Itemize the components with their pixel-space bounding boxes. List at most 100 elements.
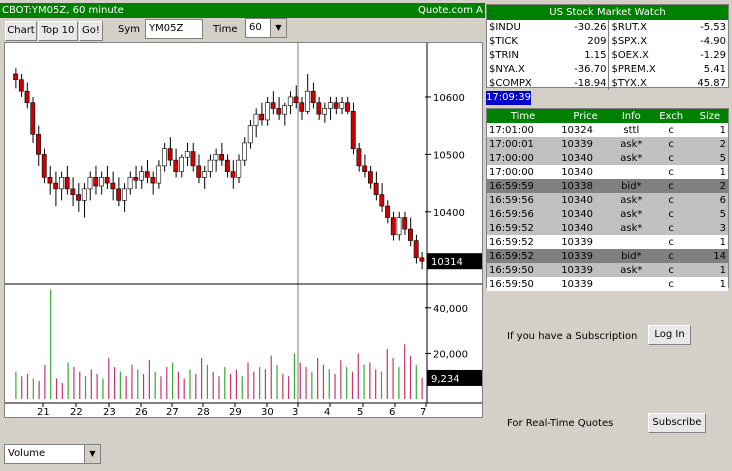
chart-button[interactable]: Chart bbox=[5, 21, 37, 41]
time-sales-row: 16:59:56 10340 ask* c 6 bbox=[487, 193, 728, 207]
candle-body bbox=[247, 125, 253, 144]
candle-body bbox=[121, 188, 127, 201]
market-watch-cell: $TICK bbox=[489, 35, 518, 47]
time-sales-cell: c bbox=[650, 151, 692, 165]
time-sales-cell: 6 bbox=[691, 193, 728, 207]
market-watch-cell: -18.94 bbox=[555, 76, 610, 90]
time-sales-cell: 14 bbox=[691, 249, 728, 263]
time-sales-row: 17:00:00 10340 ask* c 5 bbox=[487, 151, 728, 165]
time-sales-cell: 10340 bbox=[559, 221, 613, 235]
time-sales-cell: 10338 bbox=[559, 179, 613, 193]
candle-body bbox=[362, 165, 368, 172]
candle-body bbox=[373, 182, 379, 195]
time-sales-cell: 16:59:50 bbox=[487, 263, 560, 277]
time-sales-row: 16:59:56 10340 ask* c 5 bbox=[487, 207, 728, 221]
chevron-down-icon[interactable]: ▼ bbox=[270, 19, 286, 37]
chart-svg: 10600 10500 10400 10314 40,000 20,000 9,234 21 2… bbox=[5, 43, 482, 417]
time-sales-row: 16:59:50 10339 c 1 bbox=[487, 277, 728, 291]
x-tick-label: 27 bbox=[166, 407, 179, 417]
candle-body bbox=[413, 240, 419, 259]
candle-body bbox=[144, 171, 150, 178]
time-sales-cell: c bbox=[650, 193, 692, 207]
market-watch-row: $TRIN 1.15 $OEX.X -1.29 bbox=[487, 48, 728, 62]
candle-body bbox=[24, 90, 30, 103]
login-button[interactable]: Log In bbox=[648, 325, 691, 345]
market-watch: US Stock Market Watch $INDU -30.26 $RUT.X -… bbox=[486, 4, 729, 90]
candle-body bbox=[287, 96, 293, 106]
badge-label: A bbox=[476, 5, 483, 16]
last-volume-label: 9,234 bbox=[431, 374, 460, 385]
market-watch-table: $INDU -30.26 $RUT.X -5.53 $TICK 209 $SPX.X -4.9… bbox=[487, 20, 728, 90]
last-price-label: 10314 bbox=[431, 257, 463, 268]
candle-body bbox=[156, 165, 162, 184]
time-sales-row: 16:59:52 10339 c 1 bbox=[487, 235, 728, 249]
candle-body bbox=[81, 188, 87, 201]
x-tick-label: 5 bbox=[357, 407, 363, 417]
candle-body bbox=[264, 102, 270, 121]
candle-body bbox=[339, 102, 345, 109]
sym-label: Sym bbox=[118, 24, 141, 35]
market-watch-cell: $NYA.X bbox=[489, 63, 525, 75]
market-watch-cell: -36.70 bbox=[555, 62, 610, 76]
time-sales-row: 17:01:00 10324 sttl c 1 bbox=[487, 123, 728, 137]
time-sales-cell: ask* bbox=[612, 221, 651, 235]
time-sales-cell: ask* bbox=[612, 151, 651, 165]
clock: 17:09:39 bbox=[486, 91, 531, 105]
x-tick-label: 29 bbox=[229, 407, 242, 417]
sym-input[interactable]: YM05Z bbox=[145, 19, 203, 39]
go-button[interactable]: Go! bbox=[79, 21, 103, 41]
time-sales-cell: 2 bbox=[691, 137, 728, 151]
market-watch-cell: -4.90 bbox=[700, 35, 726, 47]
time-select[interactable]: 60 ▼ bbox=[245, 18, 287, 38]
candle-body bbox=[299, 102, 305, 112]
time-sales-row: 16:59:50 10339 ask* c 1 bbox=[487, 263, 728, 277]
candle-body bbox=[116, 188, 122, 201]
time-sales-cell: c bbox=[650, 249, 692, 263]
candle-body bbox=[402, 217, 408, 230]
market-watch-cell: $INDU bbox=[489, 21, 521, 33]
candle-body bbox=[379, 194, 385, 207]
time-sales-cell: 16:59:52 bbox=[487, 249, 560, 263]
candle-body bbox=[93, 177, 99, 187]
time-sales-cell: 16:59:50 bbox=[487, 277, 560, 291]
volume-select[interactable]: Volume ▼ bbox=[4, 444, 101, 464]
candle-body bbox=[30, 102, 36, 135]
candle-body bbox=[161, 148, 167, 167]
brand-label: Quote.com bbox=[418, 5, 473, 16]
candle-body bbox=[190, 151, 196, 167]
market-watch-cell: -1.29 bbox=[700, 49, 726, 61]
y-tick-label: 10400 bbox=[433, 208, 465, 219]
x-tick-label: 7 bbox=[420, 407, 426, 417]
candle-body bbox=[53, 182, 59, 190]
subscribe-button[interactable]: Subscribe bbox=[648, 413, 706, 433]
time-sales-cell: bid* bbox=[612, 179, 651, 193]
candle-body bbox=[316, 102, 322, 115]
candle-body bbox=[87, 177, 93, 190]
time-sales-cell: ask* bbox=[612, 263, 651, 277]
candle-body bbox=[350, 111, 356, 149]
time-sales-cell: c bbox=[650, 221, 692, 235]
chevron-down-icon[interactable]: ▼ bbox=[84, 445, 100, 463]
time-sales-cell: 17:00:01 bbox=[487, 137, 560, 151]
candle-body bbox=[18, 79, 24, 92]
candle-body bbox=[242, 142, 247, 161]
time-sales-cell: 5 bbox=[691, 151, 728, 165]
candle-body bbox=[219, 154, 225, 161]
realtime-text: For Real-Time Quotes bbox=[507, 418, 614, 429]
market-watch-cell: $TYX.X bbox=[611, 77, 647, 89]
candle-body bbox=[213, 154, 219, 161]
time-sales-cell: c bbox=[650, 207, 692, 221]
x-tick-label: 21 bbox=[37, 407, 50, 417]
time-sales-cell: 10340 bbox=[559, 207, 613, 221]
time-sales-cell: 10339 bbox=[559, 277, 613, 291]
market-watch-cell: $OEX.X bbox=[611, 49, 649, 61]
time-sales-cell: 1 bbox=[691, 263, 728, 277]
candle-body bbox=[408, 228, 413, 241]
time-sales-cell: 10340 bbox=[559, 165, 613, 179]
time-sales-cell: sttl bbox=[612, 123, 651, 137]
top10-button[interactable]: Top 10 bbox=[38, 21, 78, 41]
candle-body bbox=[327, 102, 333, 109]
time-sales-cell: c bbox=[650, 165, 692, 179]
time-sales-cell: 3 bbox=[691, 221, 728, 235]
time-sales-cell bbox=[612, 165, 651, 179]
